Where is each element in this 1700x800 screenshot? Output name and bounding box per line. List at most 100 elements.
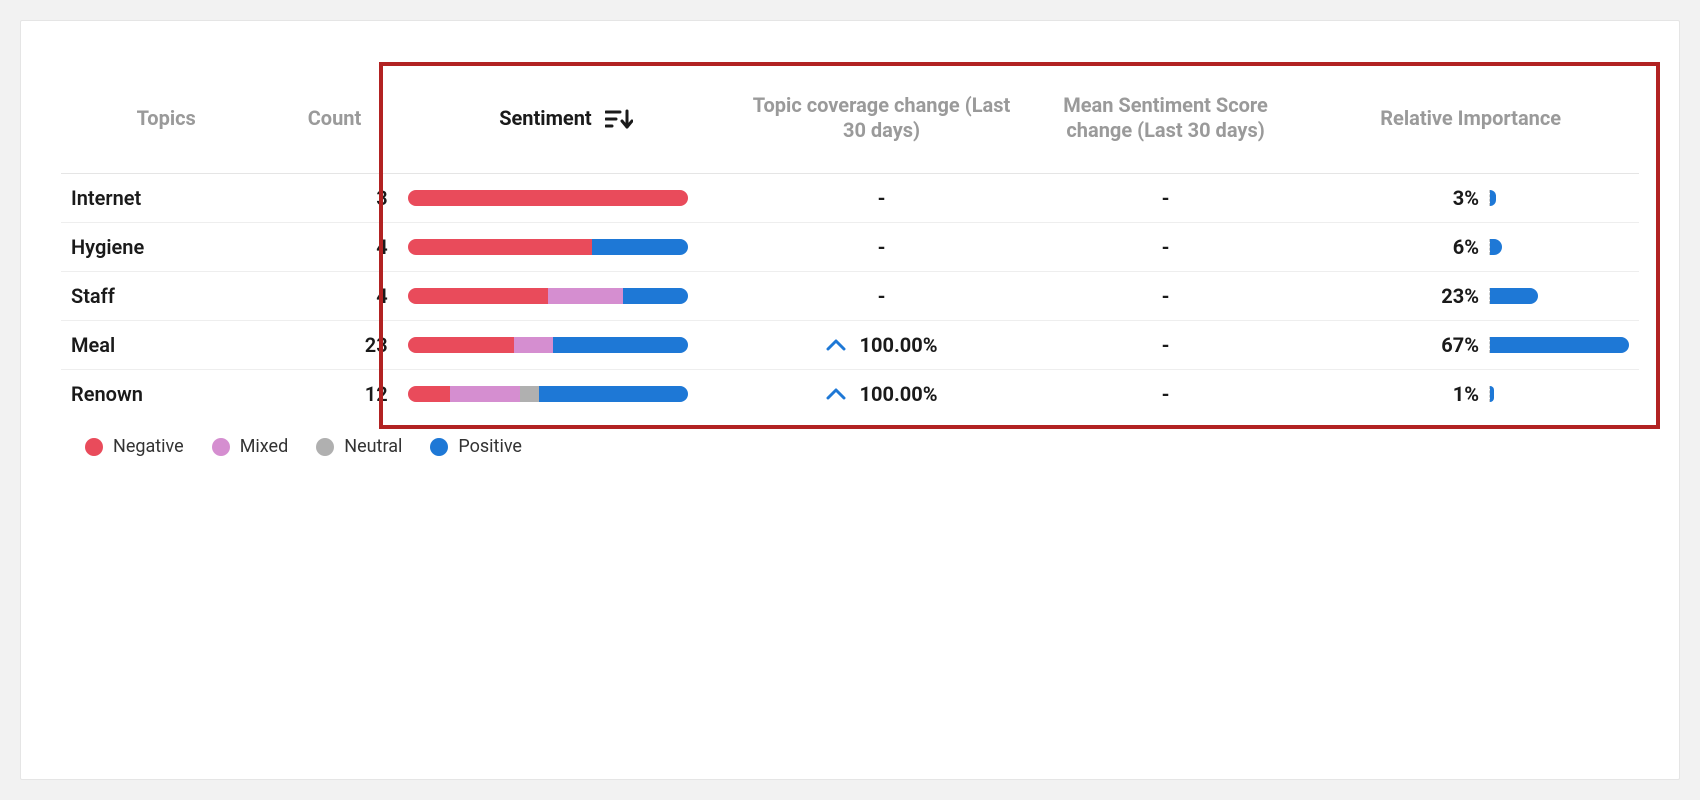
- relative-importance-value: 1%: [1427, 382, 1479, 406]
- cell-coverage-change: 100.00%: [734, 370, 1029, 419]
- header-relative-label: Relative Importance: [1380, 106, 1561, 130]
- sentiment-seg-negative: [408, 288, 548, 304]
- legend-negative-swatch: [85, 438, 103, 456]
- cell-topic: Meal: [61, 321, 271, 370]
- sentiment-bar: [408, 337, 688, 353]
- sentiment-seg-neutral: [520, 386, 540, 402]
- cell-relative-importance: 3%: [1302, 174, 1639, 223]
- relative-importance-value: 6%: [1427, 235, 1479, 259]
- coverage-change-value: 100.00%: [860, 382, 938, 406]
- table-row[interactable]: Hygiene4 - - 6%: [61, 223, 1639, 272]
- dash-icon: -: [878, 284, 886, 308]
- sentiment-seg-mixed: [450, 386, 520, 402]
- cell-score-change: -: [1029, 321, 1303, 370]
- relative-importance-bar: [1489, 337, 1629, 353]
- cell-count: 4: [271, 223, 397, 272]
- header-count[interactable]: Count: [271, 81, 397, 174]
- header-sentiment-label: Sentiment: [499, 106, 592, 130]
- legend-negative: Negative: [85, 436, 184, 457]
- sentiment-seg-positive: [592, 239, 687, 255]
- cell-topic: Renown: [61, 370, 271, 419]
- cell-sentiment: [398, 272, 735, 321]
- relative-importance-value: 3%: [1427, 186, 1479, 210]
- sentiment-seg-positive: [553, 337, 687, 353]
- sentiment-seg-negative: [408, 386, 450, 402]
- cell-coverage-change: 100.00%: [734, 321, 1029, 370]
- relative-importance-bar: [1489, 386, 1629, 402]
- legend-neutral-label: Neutral: [344, 436, 402, 457]
- cell-topic: Internet: [61, 174, 271, 223]
- cell-relative-importance: 67%: [1302, 321, 1639, 370]
- relative-importance-value: 23%: [1427, 284, 1479, 308]
- cell-score-change: -: [1029, 272, 1303, 321]
- sentiment-legend: Negative Mixed Neutral Positive: [61, 418, 1639, 457]
- dash-icon: -: [1162, 284, 1170, 308]
- header-topics[interactable]: Topics: [61, 81, 271, 174]
- cell-topic: Staff: [61, 272, 271, 321]
- cell-topic: Hygiene: [61, 223, 271, 272]
- relative-importance-value: 67%: [1427, 333, 1479, 357]
- cell-sentiment: [398, 223, 735, 272]
- header-score[interactable]: Mean Sentiment Score change (Last 30 day…: [1029, 81, 1303, 174]
- cell-count: 3: [271, 174, 397, 223]
- table-row[interactable]: Meal23 100.00% - 67%: [61, 321, 1639, 370]
- cell-count: 23: [271, 321, 397, 370]
- sentiment-seg-positive: [539, 386, 687, 402]
- topics-card: Topics Count Sentiment: [20, 20, 1680, 780]
- relative-importance-bar: [1489, 190, 1629, 206]
- coverage-change-value: 100.00%: [860, 333, 938, 357]
- legend-positive: Positive: [430, 436, 522, 457]
- legend-positive-label: Positive: [458, 436, 522, 457]
- cell-relative-importance: 1%: [1302, 370, 1639, 419]
- header-count-label: Count: [308, 106, 362, 130]
- sentiment-seg-negative: [408, 337, 514, 353]
- header-coverage[interactable]: Topic coverage change (Last 30 days): [734, 81, 1029, 174]
- legend-neutral-swatch: [316, 438, 334, 456]
- table-header-row: Topics Count Sentiment: [61, 81, 1639, 174]
- chevron-up-icon: [826, 387, 846, 401]
- dash-icon: -: [1162, 186, 1170, 210]
- sentiment-bar: [408, 288, 688, 304]
- sentiment-seg-negative: [408, 239, 593, 255]
- cell-score-change: -: [1029, 370, 1303, 419]
- cell-relative-importance: 23%: [1302, 272, 1639, 321]
- legend-neutral: Neutral: [316, 436, 402, 457]
- dash-icon: -: [1162, 333, 1170, 357]
- table-row[interactable]: Staff4 - - 23%: [61, 272, 1639, 321]
- header-coverage-label: Topic coverage change (Last 30 days): [744, 93, 1019, 143]
- relative-importance-bar: [1489, 239, 1629, 255]
- legend-mixed: Mixed: [212, 436, 289, 457]
- legend-positive-swatch: [430, 438, 448, 456]
- cell-score-change: -: [1029, 223, 1303, 272]
- dash-icon: -: [1162, 382, 1170, 406]
- sentiment-bar: [408, 190, 688, 206]
- table-row[interactable]: Internet3 - - 3%: [61, 174, 1639, 223]
- topics-table: Topics Count Sentiment: [61, 81, 1639, 418]
- legend-mixed-label: Mixed: [240, 436, 289, 457]
- sentiment-bar: [408, 239, 688, 255]
- header-topics-label: Topics: [137, 106, 196, 130]
- table-row[interactable]: Renown12 100.00% - 1%: [61, 370, 1639, 419]
- cell-count: 4: [271, 272, 397, 321]
- sentiment-seg-mixed: [548, 288, 624, 304]
- cell-coverage-change: -: [734, 223, 1029, 272]
- cell-sentiment: [398, 321, 735, 370]
- header-score-label: Mean Sentiment Score change (Last 30 day…: [1039, 93, 1293, 143]
- header-sentiment[interactable]: Sentiment: [398, 81, 735, 174]
- header-relative[interactable]: Relative Importance: [1302, 81, 1639, 174]
- sentiment-seg-negative: [408, 190, 688, 206]
- relative-importance-bar: [1489, 288, 1629, 304]
- cell-count: 12: [271, 370, 397, 419]
- cell-coverage-change: -: [734, 272, 1029, 321]
- cell-relative-importance: 6%: [1302, 223, 1639, 272]
- sentiment-seg-mixed: [514, 337, 553, 353]
- cell-sentiment: [398, 174, 735, 223]
- dash-icon: -: [878, 235, 886, 259]
- dash-icon: -: [878, 186, 886, 210]
- cell-sentiment: [398, 370, 735, 419]
- legend-negative-label: Negative: [113, 436, 184, 457]
- sentiment-seg-positive: [623, 288, 687, 304]
- cell-score-change: -: [1029, 174, 1303, 223]
- legend-mixed-swatch: [212, 438, 230, 456]
- sentiment-bar: [408, 386, 688, 402]
